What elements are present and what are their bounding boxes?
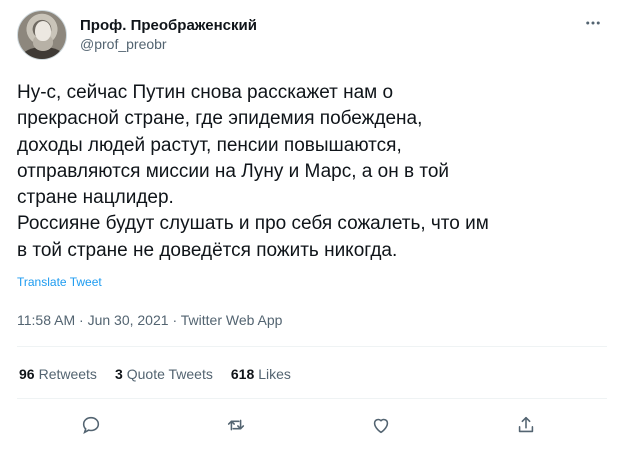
quotes-label: Quote Tweets (126, 366, 213, 382)
retweets-label: Retweets (38, 366, 97, 382)
user-handle[interactable]: @prof_preobr (80, 35, 257, 53)
tweet-header: Проф. Преображенский @prof_preobr (14, 10, 606, 62)
author-names[interactable]: Проф. Преображенский @prof_preobr (80, 17, 257, 53)
translate-tweet-link[interactable]: Translate Tweet (17, 275, 102, 289)
avatar[interactable] (17, 10, 67, 60)
retweet-icon-glyph (227, 419, 245, 431)
tweet-stats: 96 Retweets 3 Quote Tweets 618 Likes (19, 366, 291, 382)
tweet-date[interactable]: Jun 30, 2021 (88, 312, 169, 328)
divider-bottom (17, 398, 607, 399)
tweet-actions (0, 410, 620, 440)
quotes-count: 3 (114, 366, 123, 382)
tweet-text: Ну-с, сейчас Путин снова расскажет нам о… (17, 82, 489, 261)
like-icon[interactable] (366, 410, 396, 440)
share-icon[interactable] (511, 410, 541, 440)
retweet-icon[interactable] (221, 410, 251, 440)
like-icon-glyph (373, 418, 389, 434)
display-name[interactable]: Проф. Преображенский (80, 17, 257, 35)
retweets-count: 96 (19, 366, 35, 382)
divider-top (17, 346, 607, 347)
tweet-time[interactable]: 11:58 AM (17, 312, 75, 328)
likes-stat[interactable]: 618 Likes (231, 366, 291, 382)
share-icon-glyph (518, 416, 534, 433)
more-icon[interactable] (582, 12, 604, 34)
likes-label: Likes (258, 366, 291, 382)
reply-icon[interactable] (76, 410, 106, 440)
reply-icon-glyph (82, 416, 100, 434)
more-icon-glyph (586, 21, 600, 25)
meta-separator: · (172, 312, 178, 328)
tweet-meta: 11:58 AM · Jun 30, 2021 · Twitter Web Ap… (17, 312, 282, 328)
avatar-face (35, 21, 51, 41)
tweet-card: Проф. Преображенский @prof_preobr Ну-с, … (0, 0, 620, 452)
quote-tweets-stat[interactable]: 3 Quote Tweets (115, 366, 213, 382)
retweets-stat[interactable]: 96 Retweets (19, 366, 97, 382)
tweet-source[interactable]: Twitter Web App (181, 312, 283, 328)
likes-count: 618 (230, 366, 255, 382)
meta-separator: · (79, 312, 84, 328)
